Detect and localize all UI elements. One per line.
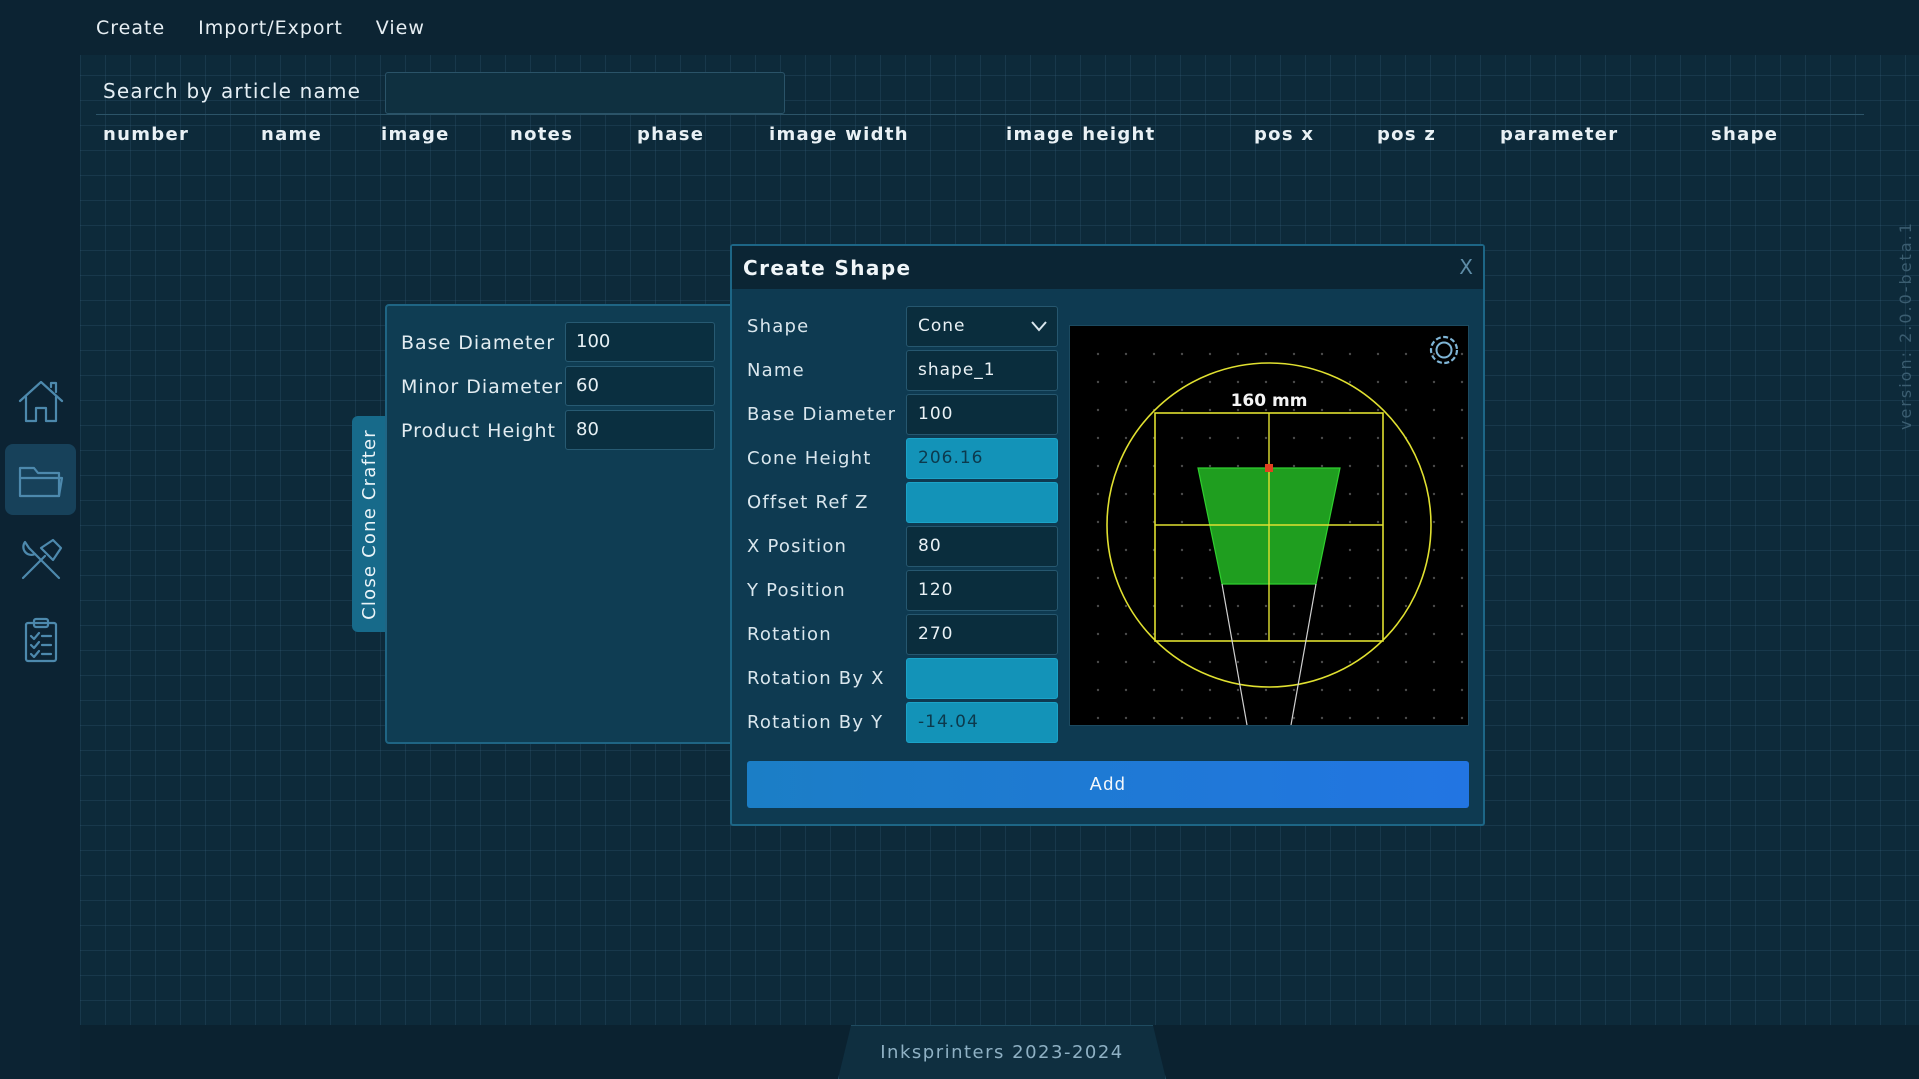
x-position-label: X Position	[747, 536, 848, 557]
menu-create[interactable]: Create	[96, 17, 165, 39]
dialog-title: Create Shape	[743, 256, 912, 280]
column-header-pos-z[interactable]: pos z	[1377, 124, 1436, 145]
rotation-by-y-label: Rotation By Y	[747, 712, 884, 733]
rotation-by-x-label: Rotation By X	[747, 668, 885, 689]
cone-height-label: Cone Height	[747, 448, 872, 469]
rotation-input[interactable]: 270	[906, 614, 1058, 655]
column-header-image[interactable]: image	[381, 124, 450, 145]
search-input[interactable]	[385, 72, 785, 114]
shape-select[interactable]: Cone	[906, 306, 1058, 347]
shape-label: Shape	[747, 316, 810, 337]
column-header-number[interactable]: number	[103, 124, 189, 145]
tools-button[interactable]	[5, 524, 76, 595]
footer-tab: Inksprinters 2023-2024	[838, 1025, 1166, 1079]
menu-bar: Create Import/Export View	[80, 0, 1919, 55]
sidebar	[0, 0, 80, 1079]
folder-button[interactable]	[5, 444, 76, 515]
rotation-label: Rotation	[747, 624, 832, 645]
version-label: version: 2.0.0-beta.1	[1896, 221, 1915, 430]
product-height-input[interactable]: 80	[565, 410, 715, 450]
rotation-by-y-input[interactable]: -14.04	[906, 702, 1058, 743]
close-button[interactable]: X	[1459, 255, 1473, 279]
rotation-by-x-input[interactable]	[906, 658, 1058, 699]
close-cone-crafter-label: Close Cone Crafter	[359, 428, 381, 620]
base-diameter-label: Base Diameter	[747, 404, 897, 425]
name-label: Name	[747, 360, 805, 381]
base-diameter-label: Base Diameter	[401, 332, 556, 354]
add-button[interactable]: Add	[747, 761, 1469, 808]
close-cone-crafter-tab[interactable]: Close Cone Crafter	[352, 416, 387, 632]
footer-credit: Inksprinters 2023-2024	[880, 1042, 1124, 1063]
reference-marker	[1265, 464, 1273, 472]
dimension-label: 160 mm	[1231, 391, 1308, 411]
create-shape-dialog: Create Shape X Shape Cone Name shape_1 B…	[730, 244, 1485, 826]
minor-diameter-input[interactable]: 60	[565, 366, 715, 406]
header-divider	[96, 114, 1864, 115]
column-header-phase[interactable]: phase	[637, 124, 704, 145]
cone-crafter-panel: Base Diameter 100 Minor Diameter 60 Prod…	[385, 304, 735, 744]
name-input[interactable]: shape_1	[906, 350, 1058, 391]
offset-ref-z-label: Offset Ref Z	[747, 492, 869, 513]
clipboard-icon	[24, 617, 57, 662]
cone-projection-left	[1221, 583, 1248, 725]
clipboard-button[interactable]	[5, 604, 76, 675]
x-position-input[interactable]: 80	[906, 526, 1058, 567]
search-label: Search by article name	[103, 79, 362, 103]
base-diameter-input[interactable]: 100	[906, 394, 1058, 435]
column-header-name[interactable]: name	[261, 124, 322, 145]
column-header-image-height[interactable]: image height	[1006, 124, 1156, 145]
folder-icon	[18, 466, 63, 497]
column-header-shape[interactable]: shape	[1711, 124, 1778, 145]
menu-view[interactable]: View	[376, 17, 425, 39]
column-header-image-width[interactable]: image width	[769, 124, 909, 145]
column-header-notes[interactable]: notes	[510, 124, 573, 145]
tools-icon	[21, 538, 62, 579]
shape-select-value: Cone	[918, 316, 966, 336]
cone-height-input[interactable]: 206.16	[906, 438, 1058, 479]
home-icon	[18, 380, 63, 422]
column-header-pos-x[interactable]: pos x	[1254, 124, 1314, 145]
y-position-input[interactable]: 120	[906, 570, 1058, 611]
minor-diameter-label: Minor Diameter	[401, 376, 563, 398]
shape-preview: 160 mm	[1069, 325, 1469, 726]
offset-ref-z-input[interactable]	[906, 482, 1058, 523]
column-header-parameter[interactable]: parameter	[1500, 124, 1618, 145]
menu-import-export[interactable]: Import/Export	[198, 17, 343, 39]
chevron-down-icon	[1031, 321, 1047, 332]
gear-icon[interactable]	[1429, 335, 1459, 365]
product-height-label: Product Height	[401, 420, 556, 442]
dialog-title-bar: Create Shape X	[732, 246, 1483, 289]
home-button[interactable]	[5, 365, 76, 436]
base-diameter-input[interactable]: 100	[565, 322, 715, 362]
y-position-label: Y Position	[747, 580, 846, 601]
